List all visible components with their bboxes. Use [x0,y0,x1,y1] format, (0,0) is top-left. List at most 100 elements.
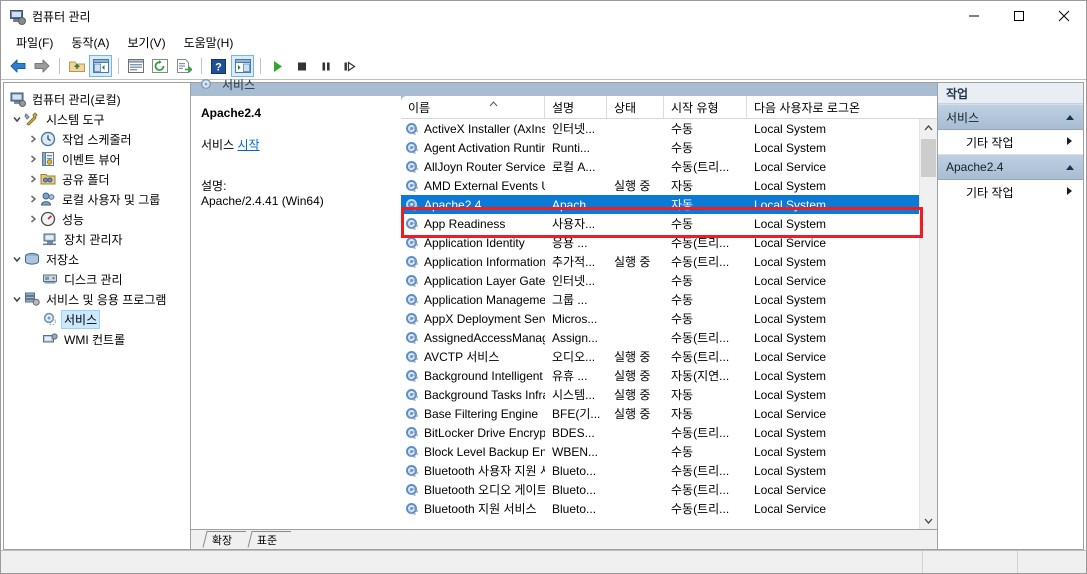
pause-icon[interactable] [314,55,337,77]
tab-extended[interactable]: 확장 [197,531,247,548]
tree-item-local-users-groups[interactable]: 로컬 사용자 및 그룹 [4,189,190,209]
column-header-logon-as[interactable]: 다음 사용자로 로그온 [747,96,897,118]
help-icon[interactable]: ? [207,55,230,77]
cell-startup-type: 자동 [671,179,694,193]
console-tree-icon[interactable] [89,55,112,77]
column-header-status[interactable]: 상태 [607,96,664,118]
vertical-scrollbar[interactable] [919,119,937,529]
play-icon[interactable] [266,55,289,77]
computer-management-icon [9,8,26,25]
cell-startup-type: 자동 [671,407,694,421]
sidebar-item-services[interactable]: 서비스 [4,309,190,329]
table-row[interactable]: Bluetooth 사용자 지원 서... Blueto... 수동(트리... Lo… [401,461,937,480]
back-button[interactable] [6,55,29,77]
start-service-link[interactable]: 시작 [237,138,259,152]
tree-item-computer-management[interactable]: 컴퓨터 관리(로컬) [4,89,190,109]
service-gear-icon [405,122,420,136]
menu-action[interactable]: 동작(A) [62,32,118,53]
cell-description: Blueto... [552,482,597,497]
stop-icon[interactable] [290,55,313,77]
tree-item-storage[interactable]: 저장소 [4,249,190,269]
table-row[interactable]: AMD External Events Utility 실행 중 자동 Local S… [401,176,937,195]
chevron-down-icon[interactable] [10,252,24,266]
actions-more-actions-services[interactable]: 기타 작업 [938,130,1083,154]
table-row[interactable]: App Readiness 사용자... 수동 Local System [401,214,937,233]
refresh-icon[interactable] [148,55,171,77]
column-header-name[interactable]: 이름 [401,96,545,118]
service-gear-icon [405,464,420,478]
close-icon[interactable] [1041,1,1086,31]
local-users-icon [40,191,56,207]
tree-item-system-tools[interactable]: 시스템 도구 [4,109,190,129]
menu-view[interactable]: 보기(V) [118,32,174,53]
table-row[interactable]: AppX Deployment Service ... Micros... 수동 Lo… [401,309,937,328]
table-row[interactable]: BitLocker Drive Encryption ... BDES... 수동(… [401,423,937,442]
column-header-startup-type[interactable]: 시작 유형 [664,96,747,118]
chevron-up-icon[interactable] [1065,160,1075,174]
table-row[interactable]: AssignedAccessManager 서... Assign... 수동(트리… [401,328,937,347]
chevron-right-icon[interactable] [26,172,40,186]
cell-name: Application Identity [401,236,545,250]
scroll-up-icon[interactable] [920,119,937,136]
table-row[interactable]: AVCTP 서비스 오디오... 실행 중 수동(트리... Local Service [401,347,937,366]
table-row[interactable]: Application Identity 응용 ... 수동(트리... Local … [401,233,937,252]
scrollbar-thumb[interactable] [921,139,936,177]
service-gear-icon [405,445,420,459]
tree-item-wmi-control[interactable]: WMI 컨트롤 [4,329,190,349]
menu-help[interactable]: 도움말(H) [175,32,243,53]
table-row[interactable]: Agent Activation Runtime_... Runti... 수동 Lo… [401,138,937,157]
chevron-up-icon[interactable] [1065,110,1075,124]
table-row[interactable]: AllJoyn Router Service 로컬 A... 수동(트리... Loc… [401,157,937,176]
action-pane-icon[interactable] [231,55,254,77]
cell-logon-as: Local System [754,140,827,155]
table-row[interactable]: Bluetooth 지원 서비스 Blueto... 수동(트리... Local S… [401,499,937,518]
resume-icon[interactable] [338,55,361,77]
tree-item-services-and-applications[interactable]: 서비스 및 응용 프로그램 [4,289,190,309]
tree-item-shared-folders[interactable]: 공유 폴더 [4,169,190,189]
tree-item-device-manager[interactable]: 장치 관리자 [4,229,190,249]
tree-item-event-viewer[interactable]: 이벤트 뷰어 [4,149,190,169]
chevron-down-icon[interactable] [10,112,24,126]
tree-item-performance[interactable]: 성능 [4,209,190,229]
properties-icon[interactable] [124,55,147,77]
chevron-right-icon[interactable] [26,132,40,146]
table-row[interactable]: Apache2.4 Apach... 자동 Local System [401,195,937,214]
forward-button[interactable] [30,55,53,77]
table-row[interactable]: Application Layer Gateway ... 인터넷... 수동 Loc… [401,271,937,290]
chevron-right-icon[interactable] [26,152,40,166]
chevron-right-icon[interactable] [1066,185,1073,199]
table-row[interactable]: Application Information 추가적... 실행 중 수동(트리..… [401,252,937,271]
list-rows: ActiveX Installer (AxInstSV) 인터넷... 수동 Loca… [401,119,937,518]
table-row[interactable]: ActiveX Installer (AxInstSV) 인터넷... 수동 Loca… [401,119,937,138]
service-name-text: AVCTP 서비스 [424,350,500,364]
cell-name: AMD External Events Utility [401,179,545,193]
table-row[interactable]: Background Intelligent Tra... 유휴 ... 실행 중 자… [401,366,937,385]
chevron-right-icon[interactable] [26,192,40,206]
actions-more-actions-apache[interactable]: 기타 작업 [938,180,1083,204]
actions-group-apache-header[interactable]: Apache2.4 [938,154,1083,180]
table-row[interactable]: Bluetooth 오디오 게이트웨... Blueto... 수동(트리... Lo… [401,480,937,499]
tree-item-task-scheduler[interactable]: 작업 스케줄러 [4,129,190,149]
scroll-down-icon[interactable] [920,512,937,529]
column-header-description[interactable]: 설명 [545,96,607,118]
table-row[interactable]: Block Level Backup Engine ... WBEN... 수동 Lo… [401,442,937,461]
chevron-down-icon[interactable] [10,292,24,306]
tree-item-disk-management[interactable]: 디스크 관리 [4,269,190,289]
table-row[interactable]: Background Tasks Infrastru... 시스템... 실행 중 자… [401,385,937,404]
service-name-text: Bluetooth 지원 서비스 [424,502,537,516]
minimize-icon[interactable] [951,1,996,31]
chevron-right-icon[interactable] [26,212,40,226]
table-row[interactable]: Application Management 그룹 ... 수동 Local Syst… [401,290,937,309]
menu-file[interactable]: 파일(F) [7,32,62,53]
up-one-level-button[interactable] [65,55,88,77]
export-list-icon[interactable] [172,55,195,77]
cell-description: BFE(기... [552,407,601,421]
device-manager-icon [42,231,58,247]
table-row[interactable]: Base Filtering Engine BFE(기... 실행 중 자동 Local… [401,404,937,423]
service-name-text: AllJoyn Router Service [424,159,545,174]
tab-standard[interactable]: 표준 [242,531,292,548]
maximize-icon[interactable] [996,1,1041,31]
actions-group-services-header[interactable]: 서비스 [938,104,1083,130]
chevron-right-icon[interactable] [1066,135,1073,149]
column-header-label: 시작 유형 [671,100,719,115]
